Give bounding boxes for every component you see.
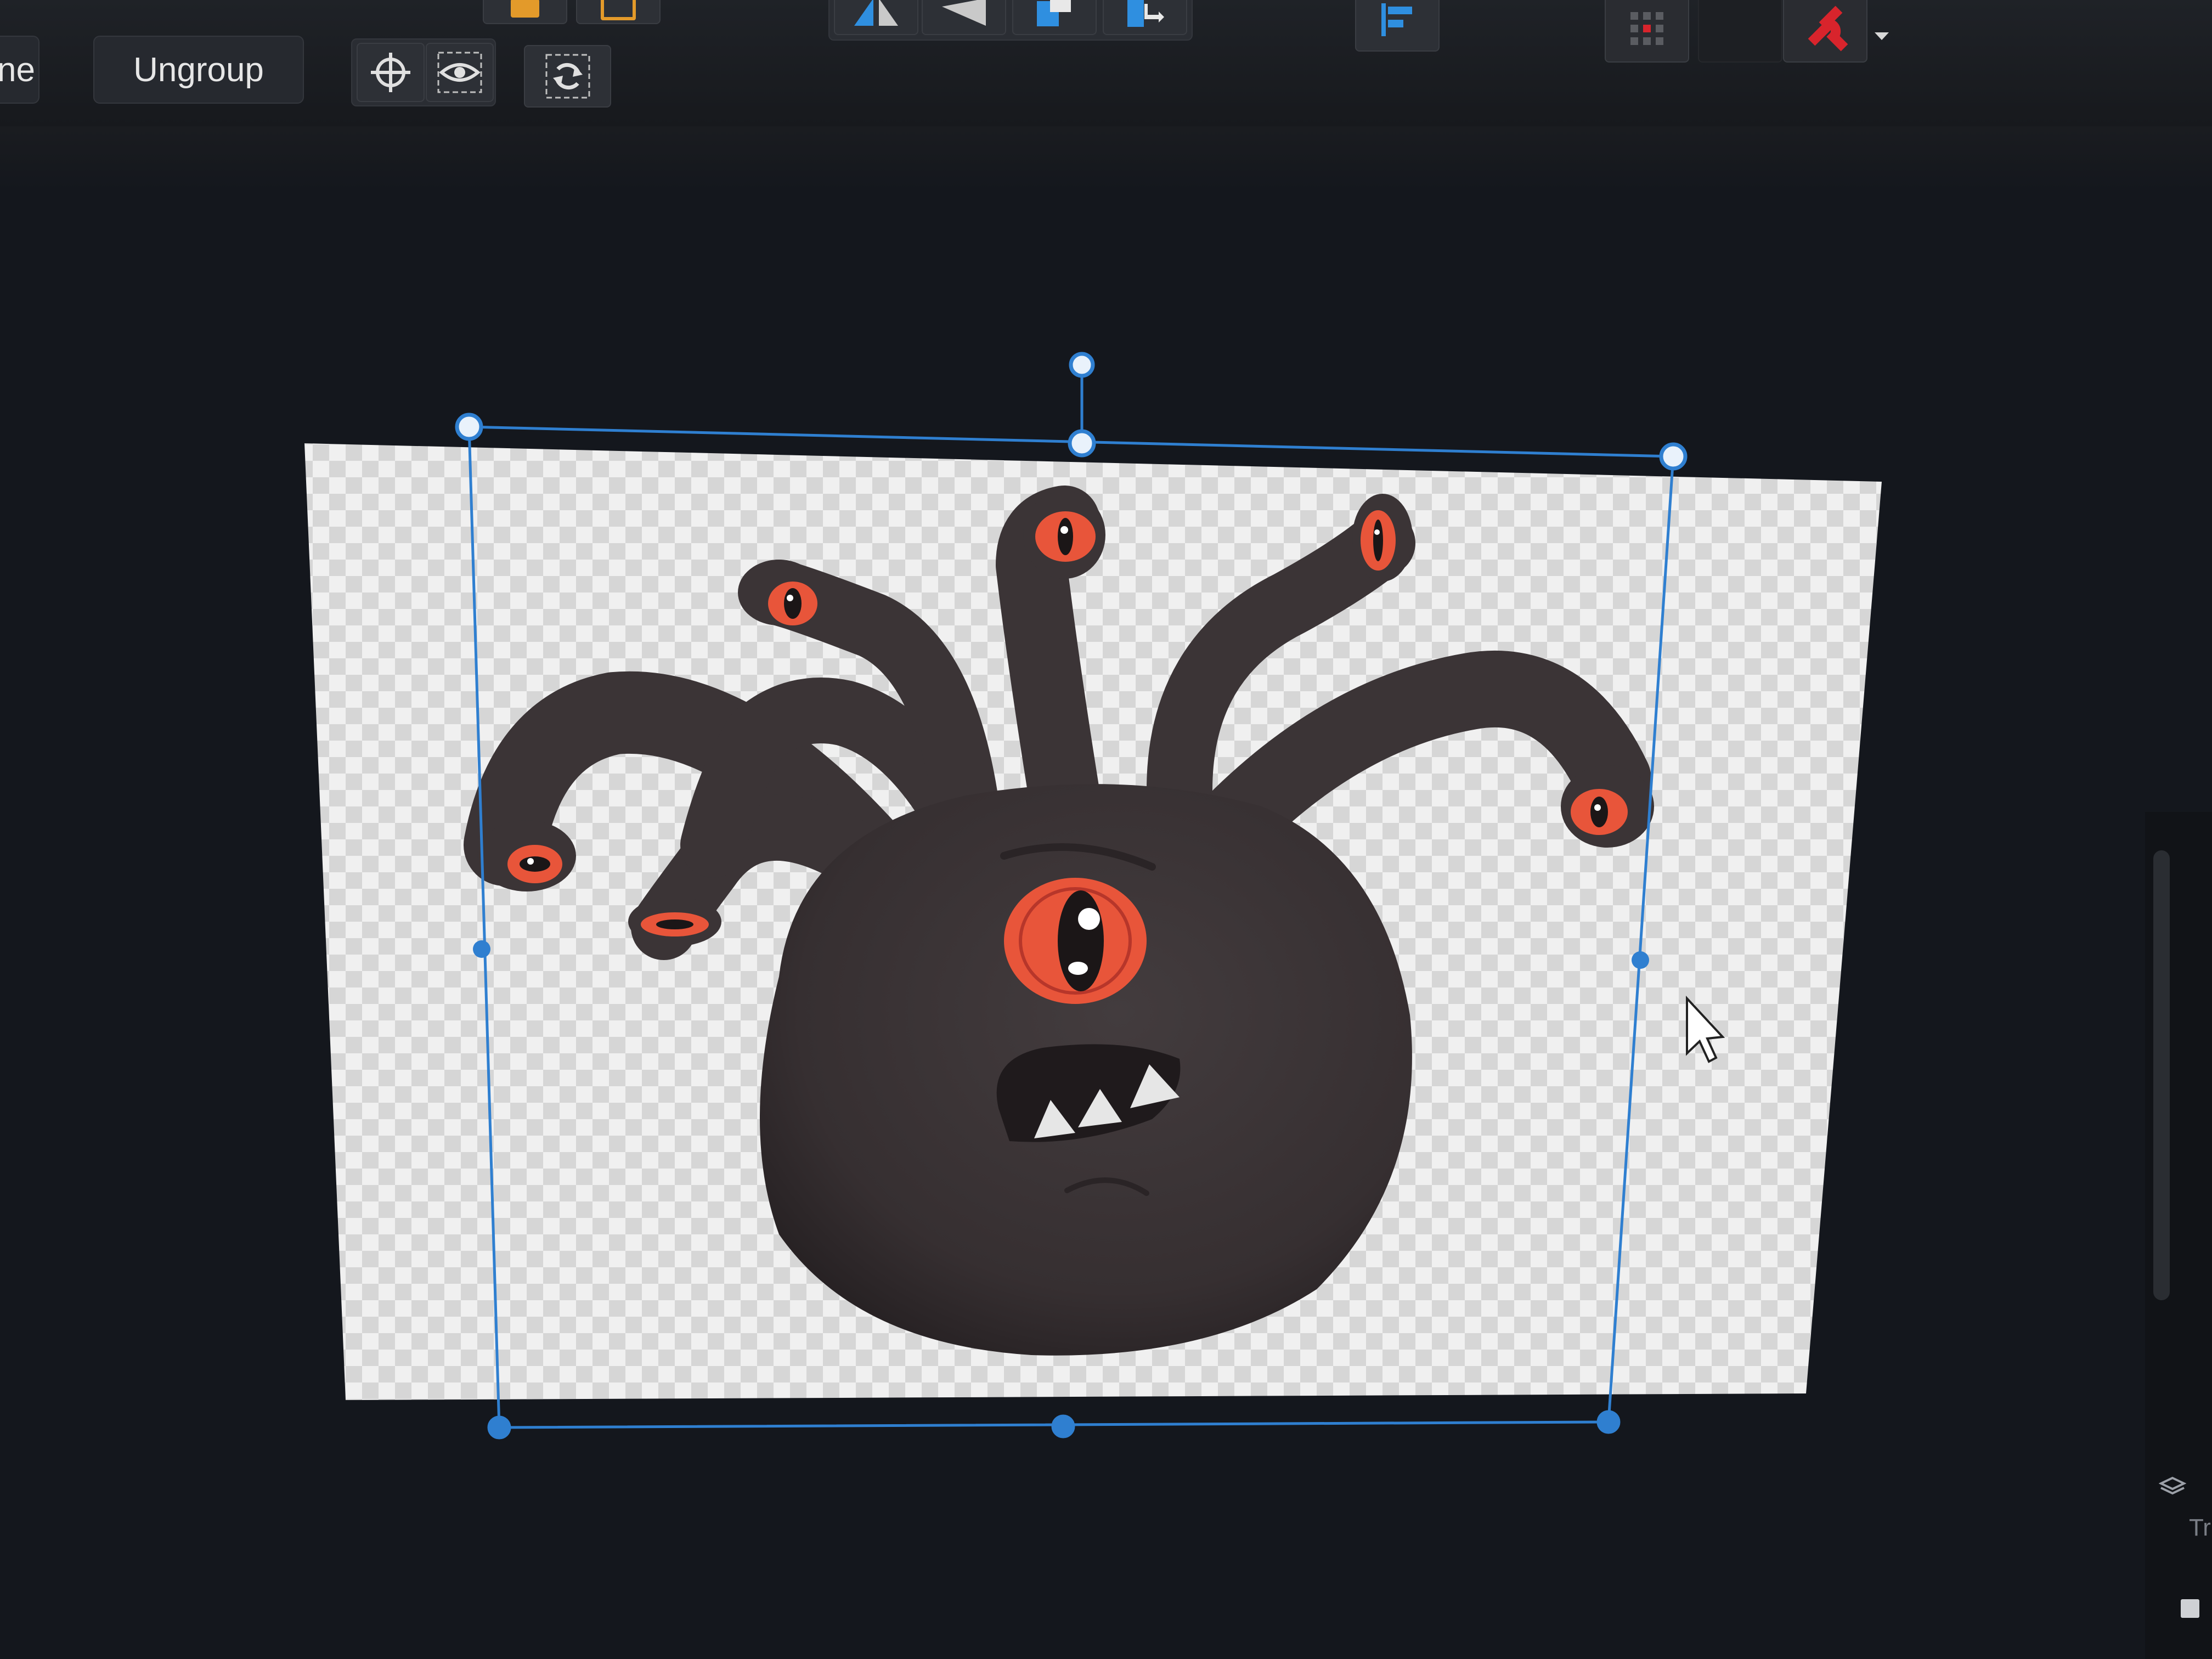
visibility-button[interactable] bbox=[426, 43, 494, 102]
flip-vertical-button[interactable] bbox=[922, 0, 1006, 35]
toolbar-shadow bbox=[0, 126, 2212, 192]
transparent-canvas bbox=[304, 443, 1882, 1400]
snap-button[interactable] bbox=[1783, 0, 1867, 63]
flip-vertical-icon bbox=[942, 0, 986, 26]
reset-transform-button[interactable] bbox=[524, 45, 611, 108]
arrange-back-button[interactable] bbox=[576, 0, 661, 24]
send-backward-button[interactable] bbox=[1012, 0, 1097, 35]
panel-scrollbar[interactable] bbox=[2153, 850, 2170, 1300]
arrange-back-icon bbox=[601, 0, 636, 20]
resize-handle-right[interactable] bbox=[1632, 951, 1649, 969]
resize-handle-bottom-left[interactable] bbox=[487, 1415, 511, 1440]
arrange-front-button[interactable] bbox=[483, 0, 567, 24]
bring-forward-button[interactable] bbox=[1103, 0, 1187, 35]
arrange-front-icon bbox=[511, 0, 539, 18]
panel-partial-label: Tr bbox=[2189, 1514, 2211, 1541]
grid-button[interactable] bbox=[1605, 0, 1689, 63]
eye-icon bbox=[437, 52, 482, 93]
refresh-icon bbox=[545, 54, 590, 99]
crosshair-icon bbox=[371, 53, 410, 92]
flip-horizontal-button[interactable] bbox=[834, 0, 918, 35]
partial-toolbar-label: ne bbox=[0, 50, 35, 89]
bring-forward-icon bbox=[1127, 0, 1164, 27]
center-button[interactable] bbox=[357, 43, 425, 102]
layers-icon[interactable] bbox=[2158, 1476, 2187, 1498]
snap-options-dropdown[interactable] bbox=[1865, 16, 1898, 55]
resize-handle-top[interactable] bbox=[1068, 429, 1096, 458]
resize-handle-top-left[interactable] bbox=[455, 413, 483, 441]
align-left-icon bbox=[1381, 3, 1412, 36]
rotate-handle[interactable] bbox=[1069, 352, 1095, 378]
align-button[interactable] bbox=[1355, 0, 1440, 52]
canvas-stage bbox=[304, 352, 1882, 1440]
grid-icon bbox=[1630, 12, 1663, 45]
ungroup-label: Ungroup bbox=[133, 50, 264, 89]
send-backward-icon bbox=[1037, 0, 1071, 26]
flip-horizontal-icon bbox=[854, 0, 898, 26]
resize-handle-bottom-right[interactable] bbox=[1596, 1410, 1621, 1434]
nudge-button[interactable] bbox=[1698, 0, 1782, 63]
resize-handle-top-right[interactable] bbox=[1659, 442, 1688, 471]
panel-square-icon[interactable] bbox=[2181, 1599, 2199, 1618]
resize-handle-left[interactable] bbox=[473, 940, 490, 958]
magnet-icon bbox=[1808, 5, 1848, 52]
chevron-down-icon bbox=[1875, 32, 1889, 40]
partial-toolbar-button[interactable]: ne bbox=[0, 36, 40, 104]
resize-handle-bottom[interactable] bbox=[1051, 1414, 1075, 1438]
ungroup-button[interactable]: Ungroup bbox=[93, 36, 304, 104]
